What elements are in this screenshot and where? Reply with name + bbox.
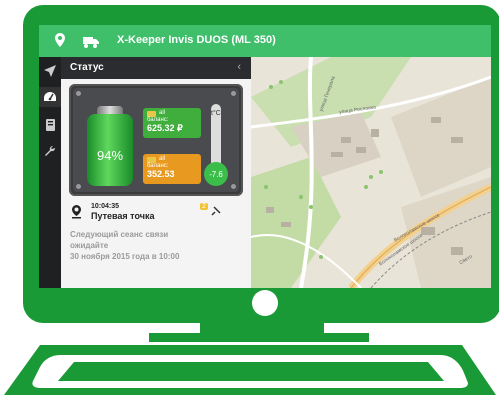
monitor-stand-neck xyxy=(200,323,324,333)
next-session-info: Следующий сеанс связи ожидайте 30 ноября… xyxy=(70,229,240,262)
satellite-icon xyxy=(211,203,221,221)
top-bar: X-Keeper Invis DUOS (ML 350) xyxy=(39,25,491,57)
signal-bars: all xyxy=(159,110,166,116)
location-pin-icon[interactable] xyxy=(55,33,65,52)
sim-2-balance-value: 352.53 xyxy=(147,169,175,179)
status-panel: Статус ‹ 94% all баланс: 625.32 ₽ all ба… xyxy=(61,57,251,288)
battery-percent: 94% xyxy=(96,148,124,163)
monitor-stand-base xyxy=(149,333,369,342)
sim-card-1: all баланс: 625.32 ₽ xyxy=(143,108,201,138)
bolt-icon xyxy=(76,91,81,96)
event-count-badge: 2 xyxy=(200,203,208,210)
bolt-icon xyxy=(231,184,236,189)
sim-card-2: all баланс: 352.53 xyxy=(143,154,201,184)
temperature-unit: t°C xyxy=(211,110,221,117)
device-widget: 94% all баланс: 625.32 ₽ all баланс: 352… xyxy=(69,84,243,196)
next-session-line-1: Следующий сеанс связи xyxy=(70,230,169,239)
map-canvas xyxy=(251,57,491,288)
wrench-icon[interactable] xyxy=(42,143,58,159)
power-button xyxy=(252,290,278,316)
device-widget-inner: 94% all баланс: 625.32 ₽ all баланс: 352… xyxy=(73,88,239,192)
book-icon[interactable] xyxy=(42,117,58,133)
panel-header: Статус ‹ xyxy=(61,57,251,79)
next-session-line-3: 30 ноября 2015 года в 10:00 xyxy=(70,252,180,261)
keyboard-illustration xyxy=(4,345,496,395)
temperature-value: -7.6 xyxy=(209,170,223,179)
collapse-chevron-icon[interactable]: ‹ xyxy=(237,61,241,73)
side-rail xyxy=(39,57,61,288)
event-type: Путевая точка xyxy=(91,211,155,221)
signal-bars: all xyxy=(159,156,166,162)
bolt-icon xyxy=(76,184,81,189)
speedometer-icon[interactable] xyxy=(39,87,61,107)
app-screen: X-Keeper Invis DUOS (ML 350) Статус ‹ 94… xyxy=(39,25,491,288)
sim-1-balance-value: 625.32 ₽ xyxy=(147,123,183,133)
truck-icon[interactable] xyxy=(83,35,99,53)
vehicle-title: X-Keeper Invis DUOS (ML 350) xyxy=(117,34,276,46)
panel-title: Статус xyxy=(70,62,104,73)
event-time: 10:04:35 xyxy=(91,203,120,210)
navigation-arrow-icon[interactable] xyxy=(42,63,58,79)
battery-gauge: 94% xyxy=(87,106,133,186)
thermometer: t°C -7.6 xyxy=(204,104,228,190)
bolt-icon xyxy=(231,91,236,96)
map-view[interactable]: улица Генерала улица Рословка Волоколамс… xyxy=(251,57,491,288)
waypoint-pin-icon xyxy=(72,205,81,224)
next-session-line-2: ожидайте xyxy=(70,241,109,250)
